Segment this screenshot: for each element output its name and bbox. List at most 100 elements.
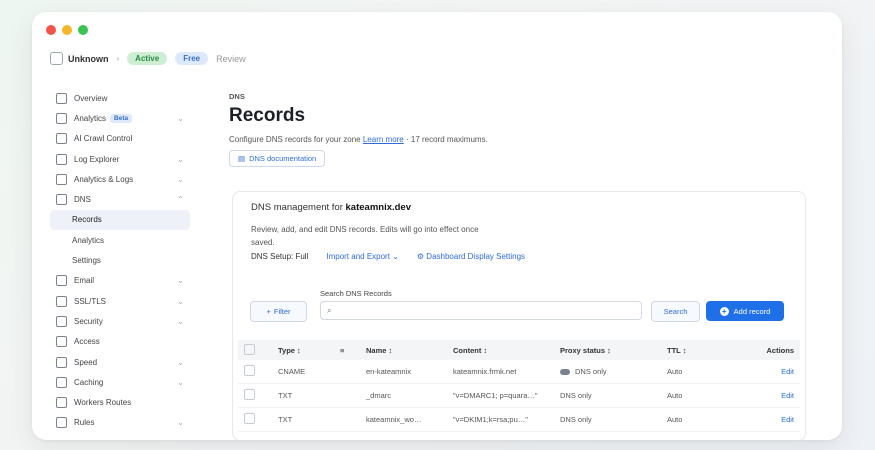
sidebar-item-email[interactable]: Email ⌄ <box>50 271 190 291</box>
search-button[interactable]: Search <box>651 301 700 322</box>
select-all-checkbox[interactable] <box>244 343 255 355</box>
page-title: Records <box>229 105 306 126</box>
sidebar-item-dns-analytics[interactable]: Analytics <box>50 230 190 250</box>
learn-more-link[interactable]: Learn more <box>363 135 404 144</box>
page-description: Configure DNS records for your zone Lear… <box>229 135 488 144</box>
sidebar-item-dns[interactable]: DNS ⌃ <box>50 189 190 209</box>
cell-name: _dmarc <box>360 383 447 408</box>
sidebar-item-access[interactable]: Access <box>50 332 190 352</box>
cell-content: "v=DMARC1; p=quara…" <box>447 383 554 408</box>
cache-icon <box>56 376 67 388</box>
row-checkbox[interactable] <box>244 389 255 400</box>
minimize-window-button[interactable] <box>62 25 72 35</box>
cell-content: kateamnix.frmk.net <box>447 360 554 384</box>
robot-icon <box>56 133 67 145</box>
column-content[interactable]: Content ↕ <box>447 340 554 360</box>
chevron-down-icon: ⌄ <box>177 296 184 306</box>
cloud-icon <box>560 369 570 376</box>
import-export-link[interactable]: Import and Export ⌄ <box>326 252 399 261</box>
cell-proxy: DNS only <box>554 360 661 384</box>
sidebar-item-overview[interactable]: Overview <box>50 88 190 108</box>
log-icon <box>56 153 67 165</box>
sidebar-item-dns-settings[interactable]: Settings <box>50 250 190 270</box>
account-switcher[interactable]: Unknown <box>50 52 109 65</box>
sidebar-item-security[interactable]: Security ⌄ <box>50 311 190 331</box>
cell-ttl: Auto <box>661 383 753 408</box>
sidebar-item-analytics[interactable]: Analytics Beta ⌄ <box>50 108 190 128</box>
add-record-button[interactable]: + Add record <box>706 301 784 321</box>
mail-icon <box>56 275 67 287</box>
dns-icon <box>56 194 67 206</box>
top-bar: Unknown › Active Free Review <box>50 52 246 65</box>
sort-icon: ↕ <box>388 345 393 355</box>
records-table: Type ↕ ≡ Name ↕ Content ↕ Proxy status ↕… <box>238 340 800 432</box>
maximize-window-button[interactable] <box>78 25 88 35</box>
chevron-down-icon: ⌄ <box>177 377 184 387</box>
sidebar-item-analytics-logs[interactable]: Analytics & Logs ⌄ <box>50 169 190 189</box>
plus-icon: + <box>719 306 729 316</box>
table-row: TXT kateamnix_wo… "v=DKIM1;k=rsa;pu…" DN… <box>238 407 800 432</box>
row-checkbox[interactable] <box>244 365 255 376</box>
edit-link[interactable]: Edit <box>753 360 800 384</box>
sidebar-item-workers-routes[interactable]: Workers Routes <box>50 392 190 412</box>
gear-icon: ⚙ <box>416 252 425 261</box>
account-name: Unknown <box>68 53 109 64</box>
edit-link[interactable]: Edit <box>753 383 800 408</box>
book-icon: ▤ <box>238 154 246 163</box>
bolt-icon <box>56 356 67 368</box>
table-row: CNAME en-kateamnix kateamnix.frmk.net DN… <box>238 360 800 384</box>
sidebar-item-rules[interactable]: Rules ⌄ <box>50 413 190 433</box>
card-description: Review, add, and edit DNS records. Edits… <box>251 225 479 247</box>
card-title: DNS management for kateamnix.dev <box>251 202 411 213</box>
sort-icon: ≡ <box>340 345 345 355</box>
cell-proxy: DNS only <box>554 383 661 408</box>
dns-management-card: DNS management for kateamnix.dev Review,… <box>232 191 806 440</box>
account-icon <box>50 52 63 65</box>
dashboard-display-settings-link[interactable]: ⚙ Dashboard Display Settings <box>417 252 525 261</box>
chevron-down-icon: ⌄ <box>177 357 184 367</box>
column-proxy-status[interactable]: Proxy status ↕ <box>554 340 661 360</box>
sidebar-item-records[interactable]: Records <box>50 209 190 231</box>
sidebar-item-speed[interactable]: Speed ⌄ <box>50 352 190 372</box>
home-icon <box>56 92 67 104</box>
cell-type: TXT <box>272 383 334 408</box>
workers-icon <box>56 397 67 409</box>
column-name[interactable]: Name ↕ <box>360 340 447 360</box>
sort-icon: ↕ <box>682 345 687 355</box>
sidebar-item-caching[interactable]: Caching ⌄ <box>50 372 190 392</box>
table-row: TXT _dmarc "v=DMARC1; p=quara…" DNS only… <box>238 383 800 408</box>
chevron-down-icon: ⌄ <box>392 252 399 261</box>
table-header-row: Type ↕ ≡ Name ↕ Content ↕ Proxy status ↕… <box>238 340 800 360</box>
main-content: DNS Records Configure DNS records for yo… <box>229 92 806 440</box>
filter-button[interactable]: + Filter <box>250 301 307 322</box>
edit-link[interactable]: Edit <box>753 407 800 432</box>
dns-documentation-button[interactable]: ▤ DNS documentation <box>229 150 326 167</box>
column-ttl[interactable]: TTL ↕ <box>661 340 753 360</box>
review-link[interactable]: Review <box>216 54 246 64</box>
sidebar: Overview Analytics Beta ⌄ AI Crawl Control… <box>50 88 190 433</box>
sidebar-item-ssl[interactable]: SSL/TLS ⌄ <box>50 291 190 311</box>
chevron-down-icon: ⌄ <box>177 154 184 164</box>
sort-icon: ↕ <box>297 345 301 355</box>
chevron-right-icon: › <box>116 54 120 63</box>
breadcrumb[interactable]: DNS <box>229 92 804 101</box>
search-label: Search DNS Records <box>320 289 392 298</box>
search-input[interactable]: ⌕ <box>320 301 642 320</box>
window-controls <box>46 25 88 35</box>
sidebar-item-log-explorer[interactable]: Log Explorer ⌄ <box>50 149 190 169</box>
sort-icon: ↕ <box>483 345 488 355</box>
cell-type: CNAME <box>272 360 334 384</box>
cell-ttl: Auto <box>661 360 753 384</box>
lock-icon <box>56 295 67 307</box>
close-window-button[interactable] <box>46 25 56 35</box>
cell-ttl: Auto <box>661 407 753 432</box>
app-window: Unknown › Active Free Review Overview An… <box>32 12 842 440</box>
cell-proxy: DNS only <box>554 407 661 432</box>
shield-icon <box>56 315 67 327</box>
plan-badge[interactable]: Free <box>175 52 209 65</box>
row-checkbox[interactable] <box>244 413 255 424</box>
rules-icon <box>56 417 67 429</box>
beta-badge: Beta <box>110 113 133 123</box>
sidebar-item-ai-crawl[interactable]: AI Crawl Control <box>50 129 190 149</box>
column-type[interactable]: Type ↕ <box>272 340 334 360</box>
